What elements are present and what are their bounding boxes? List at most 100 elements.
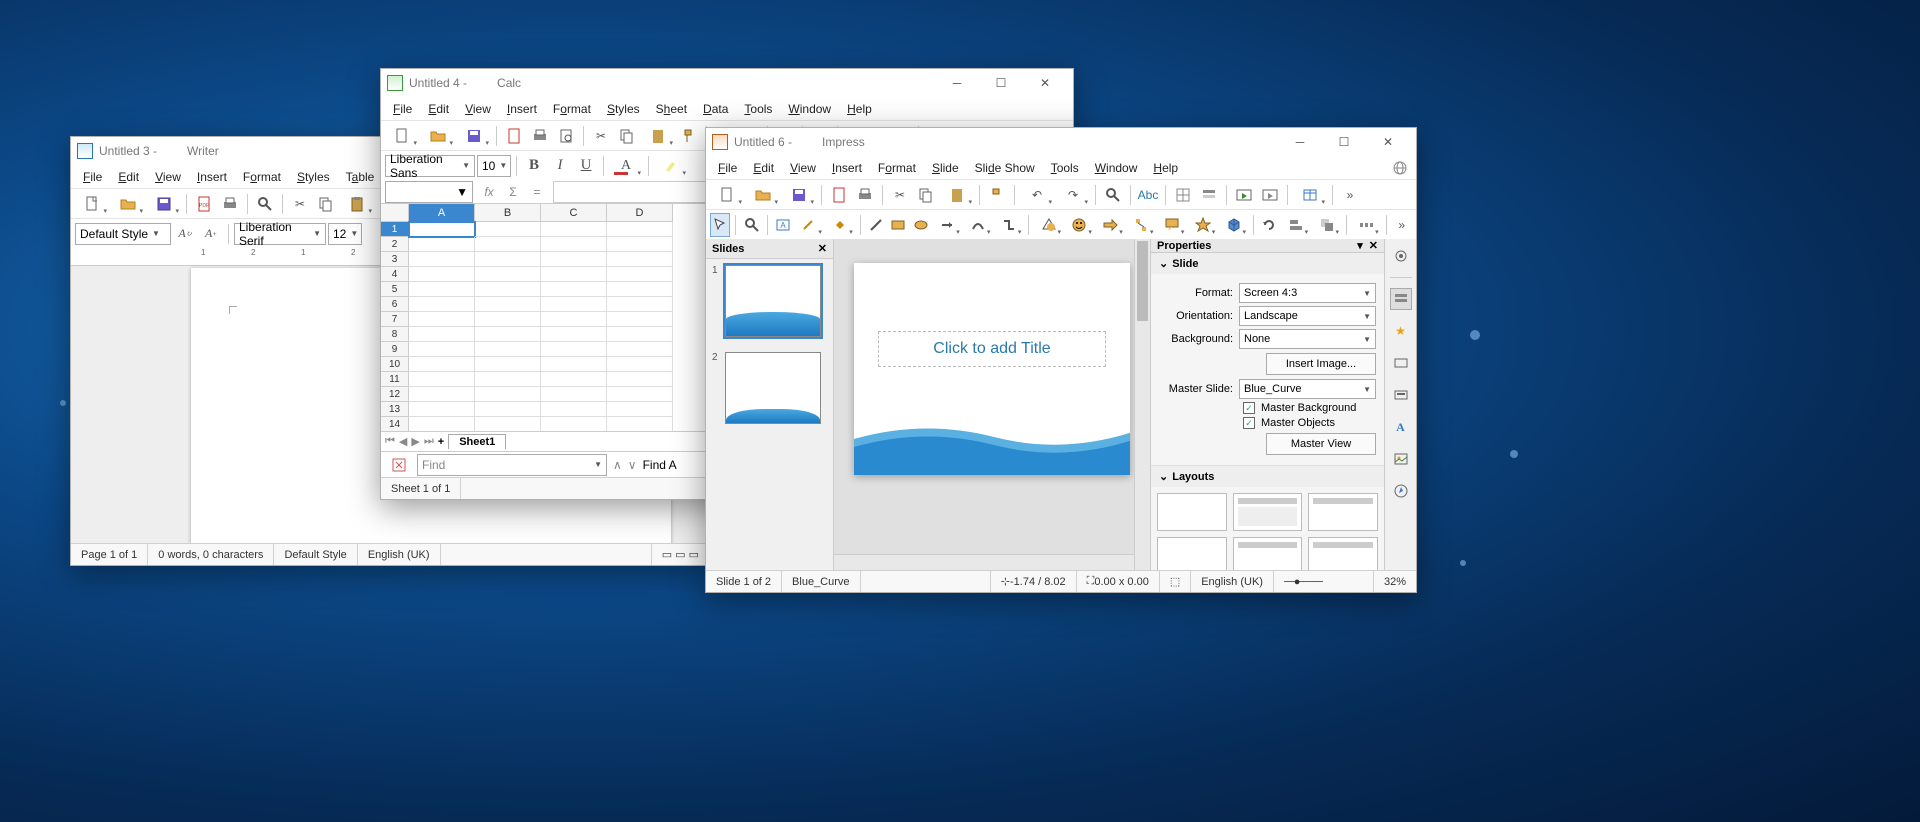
cell[interactable] xyxy=(409,237,475,252)
zoom-slider[interactable]: ─●──── xyxy=(1274,571,1374,592)
menu-insert[interactable]: Insert xyxy=(499,99,545,119)
redo-button[interactable]: ↷ xyxy=(1056,183,1090,207)
cell[interactable] xyxy=(409,252,475,267)
cell[interactable] xyxy=(607,237,673,252)
maximize-button[interactable]: ☐ xyxy=(1322,128,1366,156)
orientation-combo[interactable]: Landscape▼ xyxy=(1239,306,1376,326)
copy-button[interactable] xyxy=(314,192,338,216)
para-style-combo[interactable]: Default Style▼ xyxy=(75,223,171,245)
close-button[interactable]: ✕ xyxy=(1366,128,1410,156)
spellcheck-button[interactable]: Abc xyxy=(1136,183,1160,207)
curves-tool[interactable] xyxy=(964,213,993,237)
row-header-12[interactable]: 12 xyxy=(381,387,409,402)
cell[interactable] xyxy=(409,327,475,342)
globe-icon[interactable] xyxy=(1388,156,1412,180)
row-header-9[interactable]: 9 xyxy=(381,342,409,357)
col-header-d[interactable]: D xyxy=(607,204,673,222)
cell[interactable] xyxy=(607,252,673,267)
layout-6[interactable] xyxy=(1308,537,1378,570)
cell[interactable] xyxy=(475,402,541,417)
flowchart-tool[interactable] xyxy=(1127,213,1156,237)
clone-format-button[interactable] xyxy=(677,124,701,148)
status-size[interactable]: ⛶ 0.00 x 0.00 xyxy=(1077,571,1160,592)
slide-thumb-1[interactable]: 1 xyxy=(706,259,833,346)
print-button[interactable] xyxy=(218,192,242,216)
maximize-button[interactable]: ☐ xyxy=(979,69,1023,97)
print-button[interactable] xyxy=(853,183,877,207)
copy-button[interactable] xyxy=(615,124,639,148)
new-doc-button[interactable] xyxy=(75,192,109,216)
basic-shapes-tool[interactable] xyxy=(1034,213,1063,237)
row-header-7[interactable]: 7 xyxy=(381,312,409,327)
export-pdf-button[interactable] xyxy=(502,124,526,148)
cell[interactable] xyxy=(475,327,541,342)
export-pdf-button[interactable] xyxy=(827,183,851,207)
row-header-2[interactable]: 2 xyxy=(381,237,409,252)
menu-styles[interactable]: Styles xyxy=(289,167,338,187)
cell[interactable] xyxy=(541,342,607,357)
minimize-button[interactable]: ─ xyxy=(1278,128,1322,156)
fill-color-tool[interactable] xyxy=(826,213,855,237)
menu-insert[interactable]: Insert xyxy=(824,158,870,178)
menu-view[interactable]: View xyxy=(457,99,499,119)
find-next-icon[interactable]: ∨ xyxy=(628,458,637,472)
menu-view[interactable]: View xyxy=(782,158,824,178)
cell[interactable] xyxy=(541,222,607,237)
master-bg-checkbox[interactable]: ✓Master Background xyxy=(1243,402,1376,414)
cell[interactable] xyxy=(541,387,607,402)
save-button[interactable] xyxy=(147,192,181,216)
cell[interactable] xyxy=(409,297,475,312)
cell[interactable] xyxy=(409,222,475,237)
lines-tool[interactable] xyxy=(933,213,962,237)
select-tool[interactable] xyxy=(710,213,730,237)
find-close-icon[interactable] xyxy=(387,453,411,477)
line-color-tool[interactable] xyxy=(795,213,824,237)
tab-add-icon[interactable]: + xyxy=(438,436,444,448)
print-button[interactable] xyxy=(528,124,552,148)
horizontal-scrollbar[interactable] xyxy=(834,554,1134,570)
stars-tool[interactable] xyxy=(1188,213,1217,237)
col-header-c[interactable]: C xyxy=(541,204,607,222)
menu-table[interactable]: Table xyxy=(338,167,383,187)
status-page[interactable]: Page 1 of 1 xyxy=(71,544,148,565)
cell[interactable] xyxy=(475,417,541,431)
cut-button[interactable]: ✂ xyxy=(888,183,912,207)
more-button[interactable]: » xyxy=(1338,183,1362,207)
format-combo[interactable]: Screen 4:3▼ xyxy=(1239,283,1376,303)
text-box-tool[interactable]: A xyxy=(773,213,793,237)
fx-button[interactable]: fx xyxy=(477,180,501,204)
cell[interactable] xyxy=(475,252,541,267)
row-header-13[interactable]: 13 xyxy=(381,402,409,417)
bold-button[interactable]: B xyxy=(522,154,546,178)
row-header-10[interactable]: 10 xyxy=(381,357,409,372)
sidebar-master-icon[interactable] xyxy=(1390,384,1412,406)
layout-blank[interactable] xyxy=(1157,493,1227,531)
cell[interactable] xyxy=(409,267,475,282)
symbol-shapes-tool[interactable] xyxy=(1065,213,1094,237)
new-button[interactable] xyxy=(710,183,744,207)
cell[interactable] xyxy=(409,342,475,357)
status-lang[interactable]: English (UK) xyxy=(1191,571,1274,592)
cell[interactable] xyxy=(607,267,673,282)
master-view-button[interactable]: Master View xyxy=(1266,433,1376,455)
layout-title-content[interactable] xyxy=(1308,493,1378,531)
sheet-tab-1[interactable]: Sheet1 xyxy=(448,434,506,449)
row-header-5[interactable]: 5 xyxy=(381,282,409,297)
master-obj-checkbox[interactable]: ✓Master Objects xyxy=(1243,417,1376,429)
name-box[interactable]: ▼ xyxy=(385,181,473,203)
menu-insert[interactable]: Insert xyxy=(189,167,235,187)
save-button[interactable] xyxy=(782,183,816,207)
find-all-button[interactable]: Find A xyxy=(643,458,677,472)
menu-edit[interactable]: Edit xyxy=(745,158,782,178)
sidebar-animation-icon[interactable] xyxy=(1390,352,1412,374)
font-color-button[interactable]: A xyxy=(609,154,643,178)
font-size-combo[interactable]: 12▼ xyxy=(328,223,362,245)
status-words[interactable]: 0 words, 0 characters xyxy=(148,544,274,565)
style-update-button[interactable]: A↻ xyxy=(173,222,197,246)
undo-button[interactable]: ↶ xyxy=(1020,183,1054,207)
tab-last-icon[interactable]: ⏭ xyxy=(424,435,434,448)
background-combo[interactable]: None▼ xyxy=(1239,329,1376,349)
cell[interactable] xyxy=(409,372,475,387)
cell[interactable] xyxy=(607,387,673,402)
cell[interactable] xyxy=(541,372,607,387)
